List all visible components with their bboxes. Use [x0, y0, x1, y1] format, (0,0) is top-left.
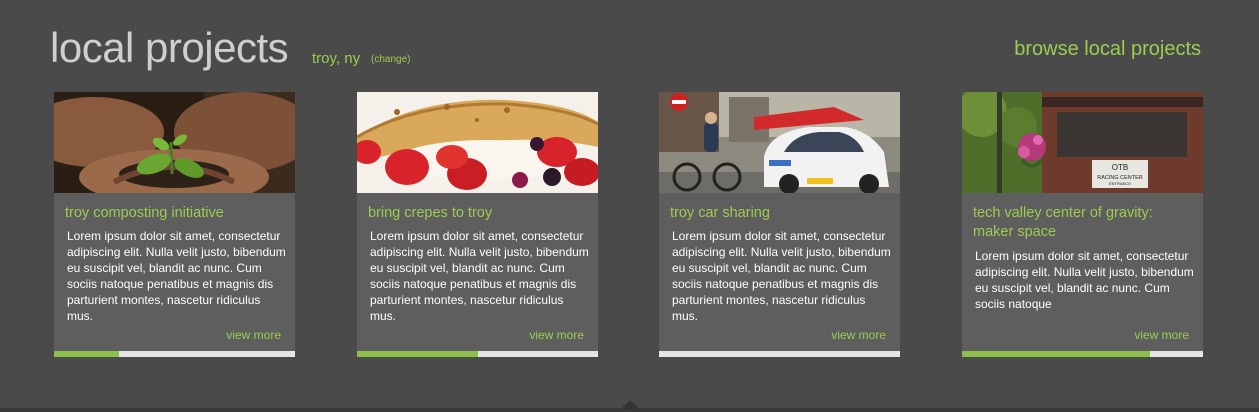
funding-progress-fill	[357, 351, 478, 357]
project-title[interactable]: tech valley center of gravity: maker spa…	[973, 204, 1193, 242]
project-card-composting[interactable]: troy composting initiative Lorem ipsum d…	[54, 92, 295, 357]
browse-local-projects-link[interactable]: browse local projects	[1014, 38, 1201, 61]
page-title: local projects	[50, 24, 289, 71]
panel-pointer-arrow	[621, 400, 639, 409]
view-more-link[interactable]: view more	[226, 328, 281, 342]
project-description: Lorem ipsum dolor sit amet, consectetur …	[975, 249, 1194, 311]
view-more-link[interactable]: view more	[831, 328, 886, 342]
project-card-crepes[interactable]: bring crepes to troy Lorem ipsum dolor s…	[357, 92, 598, 357]
project-title[interactable]: bring crepes to troy	[368, 204, 588, 223]
project-image-car[interactable]	[659, 92, 900, 193]
project-description: Lorem ipsum dolor sit amet, consectetur …	[67, 229, 286, 323]
funding-progress-bar	[659, 351, 900, 357]
sign-line-3: ENTRANCE	[1109, 181, 1131, 186]
project-image-crepe[interactable]	[357, 92, 598, 193]
funding-progress-fill	[962, 351, 1150, 357]
funding-progress-fill	[54, 351, 120, 357]
change-location-link[interactable]: (change)	[371, 54, 410, 65]
project-description: Lorem ipsum dolor sit amet, consectetur …	[672, 229, 891, 323]
project-image-storefront[interactable]: OTB RACING CENTER ENTRANCE	[962, 92, 1203, 193]
funding-progress-bar	[54, 351, 295, 357]
funding-progress-bar	[357, 351, 598, 357]
project-image-seedling[interactable]	[54, 92, 295, 193]
location-label: troy, ny	[312, 50, 361, 67]
local-projects-panel: local projects troy, ny (change) browse …	[0, 0, 1259, 412]
project-title[interactable]: troy car sharing	[670, 204, 890, 223]
project-description: Lorem ipsum dolor sit amet, consectetur …	[370, 229, 589, 323]
project-title[interactable]: troy composting initiative	[65, 204, 285, 223]
project-card-car-sharing[interactable]: troy car sharing Lorem ipsum dolor sit a…	[659, 92, 900, 357]
view-more-link[interactable]: view more	[1134, 328, 1189, 342]
project-card-maker-space[interactable]: OTB RACING CENTER ENTRANCE tech valley c…	[962, 92, 1203, 357]
sign-line-1: OTB	[1112, 163, 1128, 172]
funding-progress-bar	[962, 351, 1203, 357]
view-more-link[interactable]: view more	[529, 328, 584, 342]
